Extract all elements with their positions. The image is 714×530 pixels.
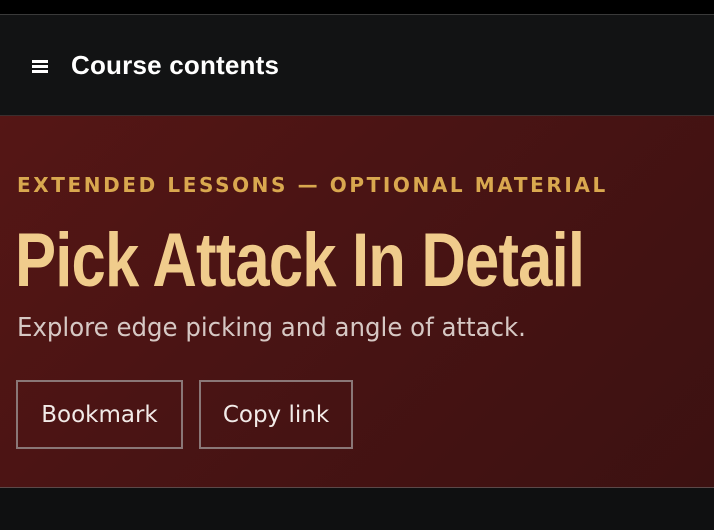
- course-contents-title[interactable]: Course contents: [71, 50, 279, 81]
- lesson-title: Pick Attack In Detail: [15, 218, 585, 303]
- lesson-category-label: EXTENDED LESSONS — OPTIONAL MATERIAL: [17, 173, 608, 197]
- menu-line: [32, 70, 48, 73]
- course-navbar: Course contents: [0, 15, 714, 116]
- hamburger-menu-icon[interactable]: [32, 60, 48, 74]
- lesson-subtitle: Explore edge picking and angle of attack…: [17, 313, 526, 343]
- page: Course contents EXTENDED LESSONS — OPTIO…: [0, 0, 714, 530]
- copy-link-button[interactable]: Copy link: [199, 380, 353, 449]
- top-band: [0, 0, 714, 15]
- bookmark-button[interactable]: Bookmark: [16, 380, 183, 449]
- lesson-hero: EXTENDED LESSONS — OPTIONAL MATERIAL Pic…: [0, 116, 714, 487]
- menu-line: [32, 65, 48, 68]
- menu-line: [32, 60, 48, 63]
- bottom-band: [0, 487, 714, 530]
